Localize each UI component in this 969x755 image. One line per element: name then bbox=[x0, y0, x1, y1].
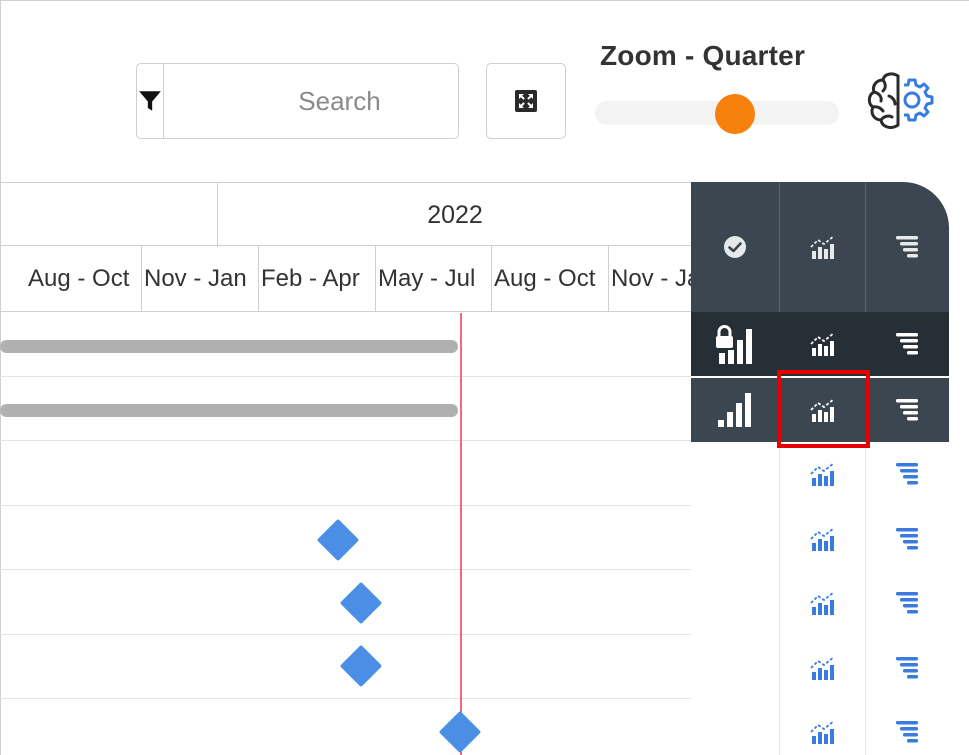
signal-bars-icon bbox=[718, 393, 751, 427]
filter-search-group bbox=[136, 63, 515, 139]
year-separator bbox=[217, 183, 218, 247]
frame-border-top bbox=[0, 0, 969, 1]
quarter-header-row: Aug - Oct Nov - Jan Feb - Apr May - Jul … bbox=[0, 246, 691, 312]
lock-bars-icon bbox=[716, 325, 752, 364]
panel-row bbox=[691, 636, 949, 700]
quarter-header: Feb - Apr bbox=[259, 246, 376, 312]
bar-chart-trend-icon bbox=[809, 656, 835, 680]
panel-header bbox=[691, 182, 949, 312]
tornado-icon bbox=[895, 333, 918, 355]
tornado-column-header[interactable] bbox=[866, 182, 949, 312]
zoom-slider-thumb[interactable] bbox=[715, 94, 755, 134]
panel-row bbox=[691, 507, 949, 571]
bar-chart-trend-icon bbox=[809, 527, 835, 551]
bar-chart-trend-icon bbox=[809, 591, 835, 615]
milestone-diamond[interactable] bbox=[316, 518, 360, 562]
tornado-view-button[interactable] bbox=[866, 378, 949, 442]
search-input[interactable] bbox=[164, 64, 515, 138]
tornado-view-button[interactable] bbox=[866, 442, 949, 506]
brain-gear-icon[interactable] bbox=[862, 66, 934, 138]
tornado-view-button[interactable] bbox=[866, 636, 949, 700]
panel-row bbox=[691, 700, 949, 755]
chart-view-button[interactable] bbox=[780, 378, 865, 442]
bar-chart-trend-icon bbox=[809, 235, 835, 259]
quarter-header: Aug - Oct bbox=[0, 246, 142, 312]
chart-view-button[interactable] bbox=[780, 700, 865, 755]
quarter-header: Nov - Jan bbox=[142, 246, 259, 312]
year-header-row: 2022 bbox=[0, 182, 691, 247]
quarter-header: Nov - Jan bbox=[611, 265, 691, 292]
chart-view-button[interactable] bbox=[780, 312, 865, 376]
zoom-label: Zoom - Quarter bbox=[600, 40, 806, 71]
tornado-view-button[interactable] bbox=[866, 312, 949, 376]
quarter-header: Aug - Oct bbox=[492, 246, 609, 312]
chart-column-header[interactable] bbox=[780, 182, 865, 312]
task-actions-panel bbox=[691, 182, 969, 755]
panel-row bbox=[691, 442, 949, 506]
tornado-icon bbox=[895, 657, 918, 679]
row-divider bbox=[0, 569, 691, 570]
tornado-view-button[interactable] bbox=[866, 507, 949, 571]
bar-chart-trend-icon bbox=[809, 332, 835, 356]
panel-body bbox=[691, 312, 949, 755]
milestone-diamond[interactable] bbox=[438, 710, 482, 754]
row-divider bbox=[0, 376, 691, 377]
filter-icon bbox=[139, 91, 161, 111]
bar-chart-trend-icon bbox=[809, 462, 835, 486]
chart-view-button[interactable] bbox=[780, 442, 865, 506]
tornado-icon bbox=[895, 236, 918, 258]
gantt-bar[interactable] bbox=[0, 404, 458, 417]
tornado-icon bbox=[895, 592, 918, 614]
filter-button[interactable] bbox=[137, 64, 164, 138]
tornado-view-button[interactable] bbox=[866, 571, 949, 635]
bar-chart-trend-icon bbox=[809, 398, 835, 422]
tornado-icon bbox=[895, 721, 918, 743]
lock-bars-button[interactable] bbox=[691, 312, 779, 376]
tornado-view-button[interactable] bbox=[866, 700, 949, 755]
row-divider bbox=[0, 505, 691, 506]
signal-bars-button[interactable] bbox=[691, 378, 779, 442]
quarter-header: May - Jul bbox=[376, 246, 492, 312]
year-label: 2022 bbox=[427, 201, 483, 229]
today-marker-line bbox=[460, 313, 462, 755]
bar-chart-trend-icon bbox=[809, 720, 835, 744]
row-divider bbox=[0, 634, 691, 635]
panel-row bbox=[691, 312, 949, 376]
row-divider bbox=[0, 698, 691, 699]
milestone-diamond[interactable] bbox=[339, 644, 383, 688]
status-column-header[interactable] bbox=[691, 182, 779, 312]
chart-view-button[interactable] bbox=[780, 571, 865, 635]
check-circle-icon bbox=[724, 236, 746, 258]
tornado-icon bbox=[895, 463, 918, 485]
row-divider bbox=[0, 440, 691, 441]
gantt-bar[interactable] bbox=[0, 340, 458, 353]
panel-row bbox=[691, 571, 949, 635]
panel-row bbox=[691, 378, 949, 442]
expand-button[interactable] bbox=[486, 63, 566, 139]
tornado-icon bbox=[895, 399, 918, 421]
tornado-icon bbox=[895, 528, 918, 550]
expand-icon bbox=[515, 90, 537, 112]
gantt-timeline: 2022 Aug - Oct Nov - Jan Feb - Apr May -… bbox=[0, 182, 691, 755]
chart-view-button[interactable] bbox=[780, 636, 865, 700]
milestone-diamond[interactable] bbox=[339, 581, 383, 625]
chart-view-button[interactable] bbox=[780, 507, 865, 571]
